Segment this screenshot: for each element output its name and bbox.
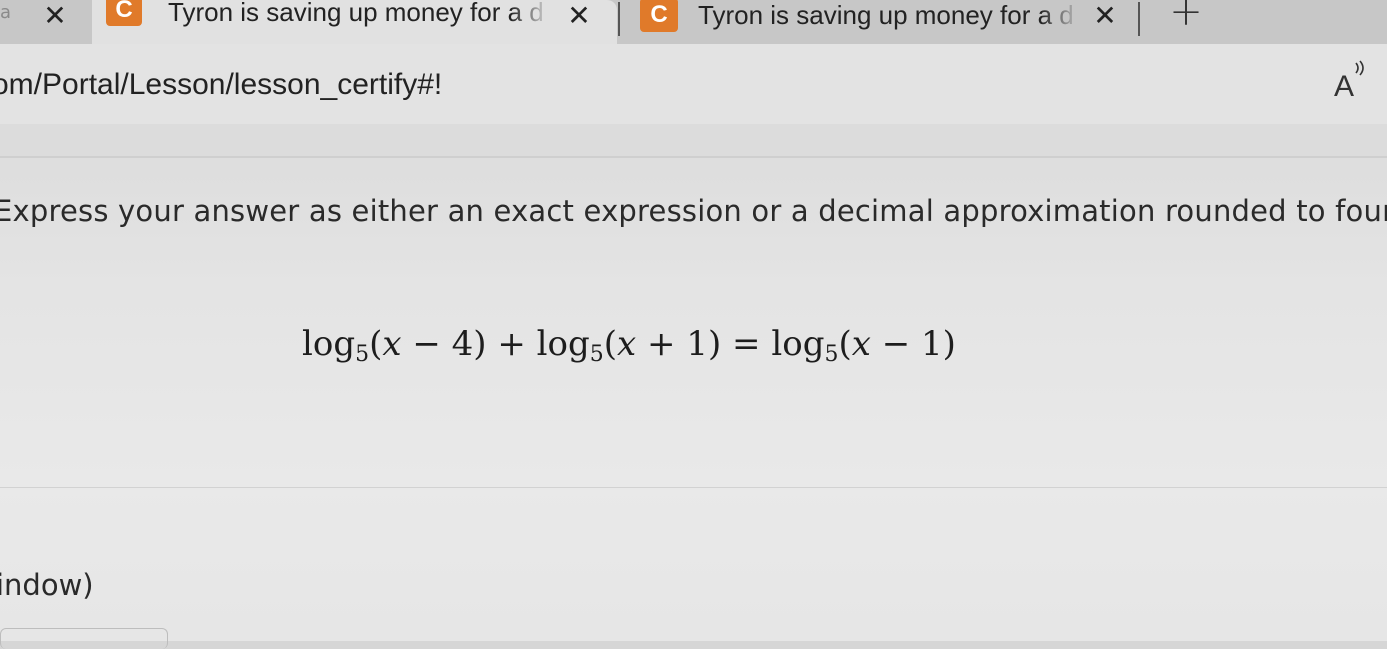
read-aloud-letter: A [1334,70,1355,103]
close-icon[interactable]: ✕ [38,0,72,32]
answer-input-edge[interactable] [0,628,168,649]
close-icon[interactable]: ✕ [562,0,596,32]
log-term-3: log5(x − 1) [771,324,956,367]
address-bar: om/Portal/Lesson/lesson_certify#! A [0,44,1387,124]
lesson-content: Express your answer as either an exact e… [0,158,1387,649]
log-term-1: log5(x − 4) [302,324,487,367]
tab-separator [1138,2,1140,36]
math-equation: log5(x − 4) + log5(x + 1) = log5(x − 1) [302,324,956,367]
section-divider [0,487,1387,488]
log-term-2: log5(x + 1) [536,324,722,367]
question-instruction: Express your answer as either an exact e… [0,194,1387,228]
new-tab-button[interactable]: + [1166,0,1206,35]
tab-title: Tyron is saving up money for a d [168,0,550,28]
tab-partial[interactable]: a ✕ [0,0,92,44]
window-text-fragment: indow) [0,568,94,602]
favicon-icon: C [106,0,142,26]
close-icon[interactable]: ✕ [1088,0,1122,32]
operator-equals: = [721,324,772,364]
favicon-icon: C [640,0,678,32]
tab-strip: a ✕ C Tyron is saving up money for a d ✕… [0,0,1387,44]
tab-title: Tyron is saving up money for a d [698,0,1080,31]
operator-plus: + [486,324,537,364]
tab-active[interactable]: C Tyron is saving up money for a d ✕ [92,0,617,44]
sound-waves-icon [1354,60,1368,81]
tab-second[interactable]: C Tyron is saving up money for a d ✕ [620,0,1140,44]
tab-partial-title: a [0,2,12,23]
read-aloud-icon[interactable]: A [1334,60,1364,104]
toolbar-band [0,124,1387,158]
url-input[interactable]: om/Portal/Lesson/lesson_certify#! [0,68,442,102]
